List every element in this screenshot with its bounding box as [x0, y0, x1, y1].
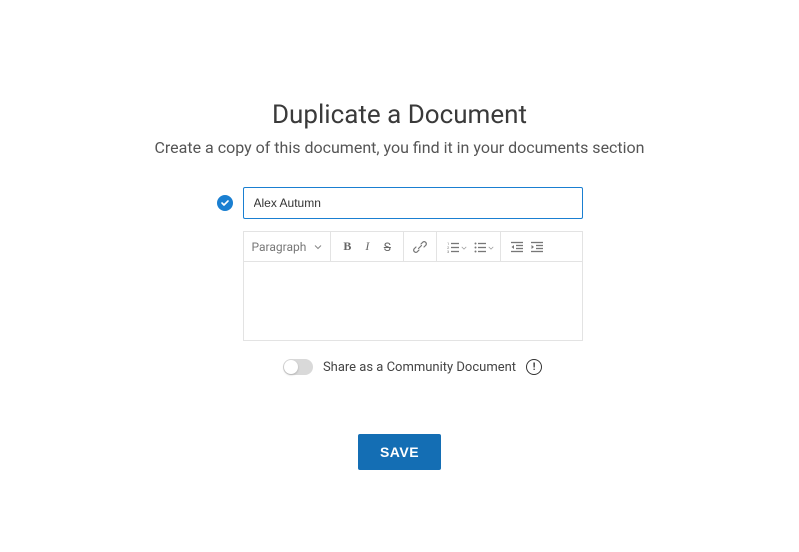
dialog-title: Duplicate a Document: [0, 100, 799, 130]
save-button[interactable]: SAVE: [358, 434, 441, 470]
block-style-label: Paragraph: [252, 240, 307, 254]
unordered-list-button[interactable]: [470, 237, 490, 257]
indent-button[interactable]: [527, 237, 547, 257]
info-icon[interactable]: !: [526, 359, 542, 375]
link-button[interactable]: [410, 237, 430, 257]
rich-text-editor: Paragraph B I S: [243, 231, 583, 341]
outdent-button[interactable]: [507, 237, 527, 257]
italic-button[interactable]: I: [357, 237, 377, 257]
toggle-knob: [284, 360, 298, 374]
editor-toolbar: Paragraph B I S: [244, 232, 582, 262]
share-row: Share as a Community Document !: [243, 359, 583, 375]
share-toggle[interactable]: [283, 359, 313, 375]
editor-body[interactable]: [244, 262, 582, 340]
svg-text:3: 3: [447, 249, 449, 254]
share-label: Share as a Community Document: [323, 360, 516, 375]
block-style-dropdown[interactable]: Paragraph: [244, 232, 332, 261]
bold-button[interactable]: B: [337, 237, 357, 257]
list-group: 1 2 3: [437, 232, 501, 261]
chevron-down-icon: [488, 240, 494, 254]
text-style-group: B I S: [331, 232, 404, 261]
indent-group: [501, 232, 553, 261]
check-circle-icon: [217, 195, 233, 211]
link-group: [404, 232, 437, 261]
dialog-actions: SAVE: [0, 434, 799, 470]
document-title-input[interactable]: [243, 187, 583, 219]
strikethrough-button[interactable]: S: [377, 237, 397, 257]
duplicate-document-dialog: Duplicate a Document Create a copy of th…: [0, 0, 799, 470]
form-area: Paragraph B I S: [217, 187, 583, 375]
chevron-down-icon: [461, 240, 467, 254]
title-row: [217, 187, 583, 219]
dialog-subtitle: Create a copy of this document, you find…: [0, 138, 799, 157]
ordered-list-button[interactable]: 1 2 3: [443, 237, 463, 257]
chevron-down-icon: [314, 240, 322, 254]
